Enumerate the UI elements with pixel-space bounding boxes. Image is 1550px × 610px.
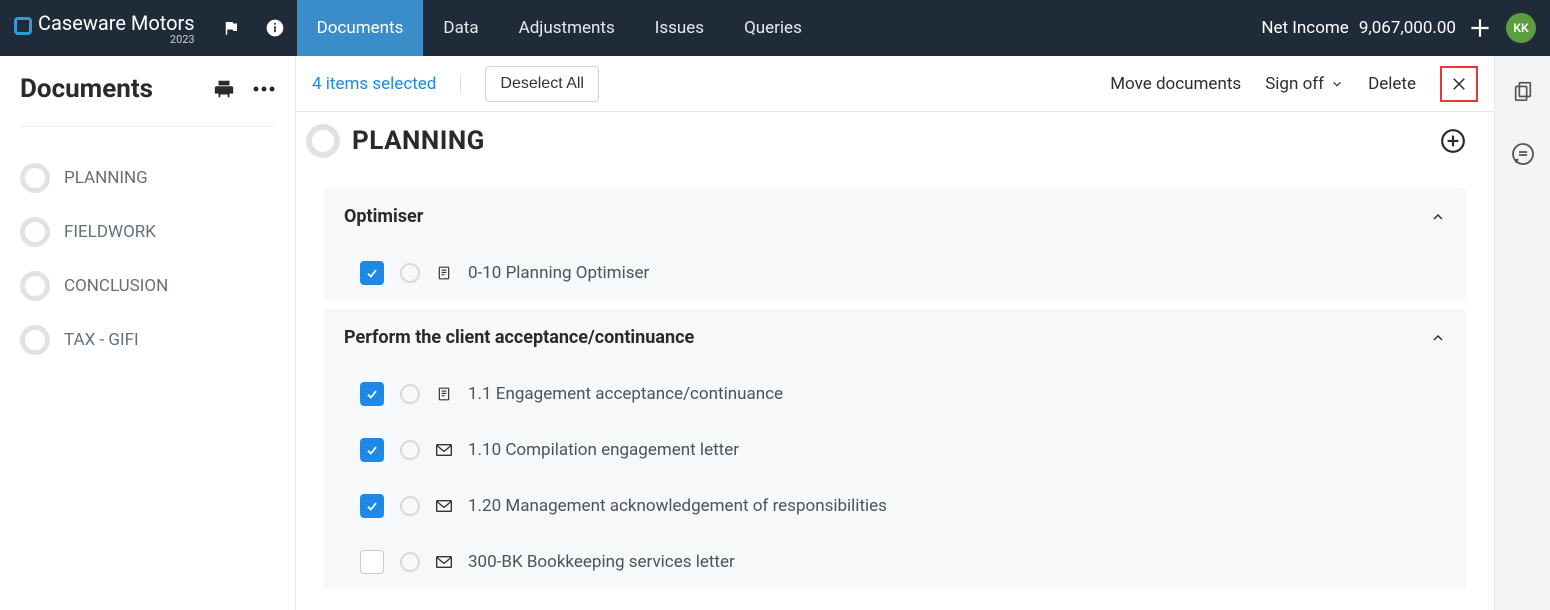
net-income-value: 9,067,000.00 (1359, 18, 1456, 38)
status-ring-icon (400, 496, 420, 516)
add-icon[interactable] (1462, 10, 1498, 46)
selection-action-bar: 4 items selected Deselect All Move docum… (296, 56, 1494, 112)
status-ring-icon (20, 217, 50, 247)
nav-tab-adjustments[interactable]: Adjustments (499, 0, 635, 56)
sidebar-item-fieldwork[interactable]: FIELDWORK (20, 205, 275, 259)
checkbox-checked[interactable] (360, 382, 384, 406)
status-ring-icon (400, 263, 420, 283)
document-row[interactable]: 0-10 Planning Optimiser (324, 245, 1466, 301)
document-name: 300-BK Bookkeeping services letter (468, 552, 735, 572)
brand-year: 2023 (170, 33, 195, 46)
document-type-icon (436, 497, 452, 515)
nav-tab-data[interactable]: Data (423, 0, 498, 56)
section-title: PLANNING (352, 126, 485, 156)
move-documents-button[interactable]: Move documents (1110, 74, 1241, 94)
net-income-label: Net Income (1261, 18, 1348, 38)
chevron-up-icon (1430, 209, 1446, 225)
nav-tab-issues[interactable]: Issues (635, 0, 724, 56)
nav-tabs: DocumentsDataAdjustmentsIssuesQueries (297, 0, 822, 56)
brand-name: Caseware Motors (38, 11, 195, 35)
document-row[interactable]: 300-BK Bookkeeping services letter (324, 534, 1466, 590)
section-status-icon (306, 124, 340, 158)
document-name: 1.20 Management acknowledgement of respo… (468, 496, 887, 516)
group-header[interactable]: Optimiser (324, 188, 1466, 245)
close-selection-button[interactable] (1440, 66, 1478, 102)
top-bar: Caseware Motors 2023 DocumentsDataAdjust… (0, 0, 1550, 56)
info-icon[interactable] (253, 0, 297, 56)
avatar[interactable]: KK (1506, 13, 1536, 43)
sidebar-item-planning[interactable]: PLANNING (20, 151, 275, 205)
group-header[interactable]: Perform the client acceptance/continuanc… (324, 309, 1466, 366)
selection-count: 4 items selected (312, 74, 461, 94)
sidebar-item-label: PLANNING (64, 168, 148, 188)
checkbox-checked[interactable] (360, 494, 384, 518)
document-name: 1.1 Engagement acceptance/continuance (468, 384, 783, 404)
document-type-icon (436, 264, 452, 282)
status-ring-icon (20, 163, 50, 193)
status-ring-icon (20, 325, 50, 355)
net-income: Net Income 9,067,000.00 (1261, 18, 1462, 38)
document-type-icon (436, 385, 452, 403)
document-name: 1.10 Compilation engagement letter (468, 440, 739, 460)
nav-tab-queries[interactable]: Queries (724, 0, 822, 56)
chevron-down-icon (1330, 77, 1344, 91)
flag-icon[interactable] (209, 0, 253, 56)
group-title: Perform the client acceptance/continuanc… (344, 327, 694, 348)
sidebar-item-label: FIELDWORK (64, 222, 156, 242)
status-ring-icon (400, 384, 420, 404)
status-ring-icon (400, 552, 420, 572)
document-row[interactable]: 1.1 Engagement acceptance/continuance (324, 366, 1466, 422)
sidebar-item-label: CONCLUSION (64, 276, 168, 296)
copy-icon[interactable] (1512, 80, 1534, 102)
group-title: Optimiser (344, 206, 423, 227)
delete-button[interactable]: Delete (1368, 74, 1416, 94)
more-icon[interactable] (253, 86, 275, 92)
sidebar-item-tax-gifi[interactable]: TAX - GIFI (20, 313, 275, 367)
sidebar-item-conclusion[interactable]: CONCLUSION (20, 259, 275, 313)
checkbox-unchecked[interactable] (360, 550, 384, 574)
right-rail (1494, 56, 1550, 610)
document-group: Perform the client acceptance/continuanc… (324, 309, 1466, 590)
main: 4 items selected Deselect All Move docum… (295, 56, 1494, 610)
add-document-button[interactable] (1438, 126, 1468, 156)
print-icon[interactable] (213, 78, 235, 100)
document-group: Optimiser 0-10 Planning Optimiser (324, 188, 1466, 301)
sign-off-button[interactable]: Sign off (1265, 74, 1344, 94)
brand-logo-icon (14, 17, 32, 35)
chevron-up-icon (1430, 330, 1446, 346)
status-ring-icon (400, 440, 420, 460)
chat-icon[interactable] (1511, 142, 1535, 166)
document-row[interactable]: 1.10 Compilation engagement letter (324, 422, 1466, 478)
document-type-icon (436, 441, 452, 459)
checkbox-checked[interactable] (360, 438, 384, 462)
sidebar-title: Documents (20, 74, 153, 104)
checkbox-checked[interactable] (360, 261, 384, 285)
section-header: PLANNING (296, 112, 1494, 170)
document-content: Optimiser 0-10 Planning Optimiser Perform … (296, 170, 1494, 610)
nav-tab-documents[interactable]: Documents (297, 0, 424, 56)
brand[interactable]: Caseware Motors 2023 (0, 11, 209, 46)
deselect-all-button[interactable]: Deselect All (485, 66, 599, 102)
status-ring-icon (20, 271, 50, 301)
sidebar-item-label: TAX - GIFI (64, 330, 139, 350)
document-name: 0-10 Planning Optimiser (468, 263, 649, 283)
close-icon (1450, 75, 1468, 93)
sidebar: Documents PLANNING FIELDWORK CONCLUSION TAX… (0, 56, 295, 610)
document-row[interactable]: 1.20 Management acknowledgement of respo… (324, 478, 1466, 534)
document-type-icon (436, 553, 452, 571)
